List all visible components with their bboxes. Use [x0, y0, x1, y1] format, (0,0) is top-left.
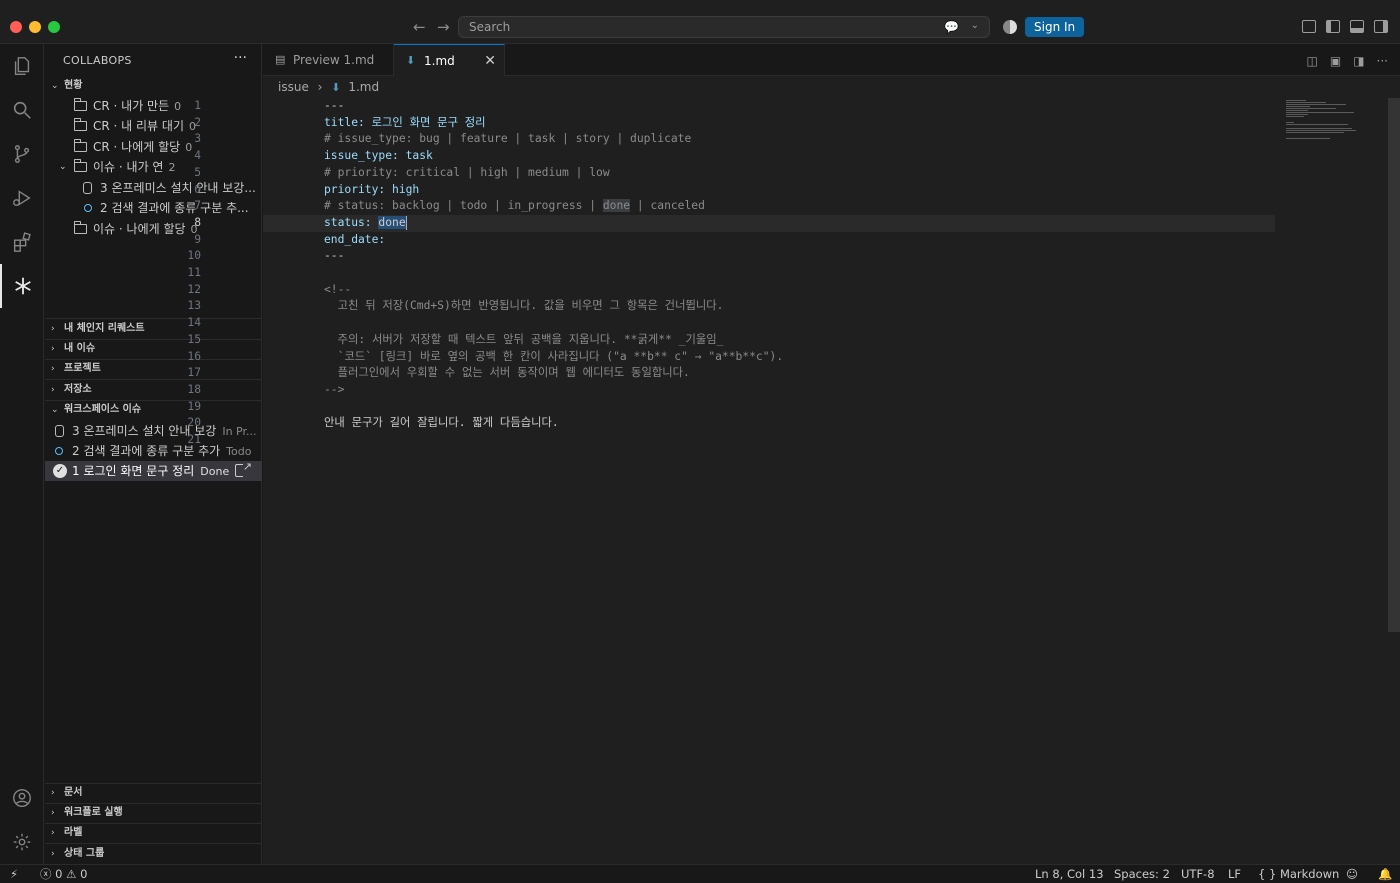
in-progress-watch-icon — [83, 182, 92, 194]
copilot-icon[interactable] — [1003, 20, 1017, 34]
extensions-icon[interactable] — [0, 220, 44, 264]
tab-1md[interactable]: ⬇ 1.md ✕ — [394, 44, 505, 76]
todo-circle-icon — [84, 204, 92, 212]
window-maximize-button[interactable] — [48, 21, 60, 33]
window-minimize-button[interactable] — [29, 21, 41, 33]
folder-open-icon — [74, 159, 87, 172]
workspace-issue-2[interactable]: 2 검색 결과에 종류 구분 추가 Todo — [45, 441, 262, 461]
code-editor[interactable]: 1 --- 2 title: 로그인 화면 문구 정리 3 # issue_type:… — [187, 98, 1400, 864]
section-my-issues[interactable]: › 내 이슈 — [45, 339, 262, 359]
status-bar: ⚡ ⓧ 0 ⚠ 0 Ln 8, Col 13 Spaces: 2 UTF-8 L… — [0, 864, 1400, 883]
search-icon[interactable] — [0, 88, 44, 132]
workspace-issue-3[interactable]: 3 온프레미스 설치 안내 보강 In Pr... — [45, 421, 262, 441]
in-progress-watch-icon — [55, 425, 64, 437]
section-workspace-issues[interactable]: ⌄ 워크스페이스 이슈 — [45, 400, 262, 420]
toggle-panel-icon[interactable] — [1350, 20, 1364, 33]
folder-icon — [74, 118, 87, 131]
title-bar: ← → Search 💬 ⌄ Sign In — [0, 0, 1400, 44]
collabops-asterisk-icon[interactable] — [0, 264, 44, 308]
editor-actions: ◫ ▣ ◨ ··· — [1307, 54, 1388, 68]
tree-item-cr-assigned[interactable]: CR · 나에게 할당 0 — [45, 137, 262, 157]
customize-layout-icon[interactable] — [1302, 20, 1316, 33]
end-of-line[interactable]: LF — [1228, 865, 1241, 883]
cursor-position[interactable]: Ln 8, Col 13 — [1035, 865, 1104, 883]
folder-icon — [74, 221, 87, 234]
forward-arrow-icon[interactable]: → — [437, 18, 450, 36]
tree-item-issues-opened[interactable]: ⌄ 이슈 · 내가 연2 — [45, 157, 262, 177]
split-editor-icon[interactable]: ◨ — [1353, 54, 1364, 68]
close-tab-icon[interactable]: ✕ — [484, 45, 496, 77]
tab-preview-1md[interactable]: ▤ Preview 1.md — [263, 44, 394, 76]
open-external-icon[interactable] — [235, 461, 252, 477]
run-debug-icon[interactable] — [0, 176, 44, 220]
section-labels[interactable]: › 라벨 — [45, 823, 262, 843]
section-workflow-runs[interactable]: › 워크플로 실행 — [45, 803, 262, 823]
accounts-icon[interactable] — [0, 776, 44, 820]
todo-circle-icon — [55, 447, 63, 455]
language-mode[interactable]: { } Markdown — [1258, 865, 1339, 883]
breadcrumb-file[interactable]: 1.md — [348, 80, 379, 94]
command-center-search[interactable]: Search 💬 ⌄ — [458, 16, 990, 38]
breadcrumb-folder[interactable]: issue — [278, 80, 309, 94]
workspace-issue-1[interactable]: ✓ 1 로그인 화면 문구 정리 Done — [45, 461, 262, 481]
open-preview-side-icon[interactable]: ◫ — [1307, 54, 1318, 68]
search-placeholder: Search — [469, 20, 511, 34]
current-line: 8 status: done — [194, 214, 1275, 232]
section-status-groups[interactable]: › 상태 그룹 — [45, 844, 262, 864]
editor-tabs: ▤ Preview 1.md ⬇ 1.md ✕ ◫ ▣ ◨ ··· — [263, 44, 1400, 76]
source-control-icon[interactable] — [0, 132, 44, 176]
copilot-status-icon[interactable]: ☺ — [1346, 865, 1358, 883]
problems-indicator[interactable]: ⓧ 0 ⚠ 0 — [40, 865, 87, 883]
window-close-button[interactable] — [10, 21, 22, 33]
toggle-secondary-sidebar-icon[interactable] — [1374, 20, 1388, 33]
breadcrumb: issue › ⬇ 1.md — [263, 76, 1400, 98]
more-actions-icon[interactable]: ··· — [1377, 54, 1388, 68]
toggle-primary-sidebar-icon[interactable] — [1326, 20, 1340, 33]
section-repositories[interactable]: › 저장소 — [45, 380, 262, 400]
activity-bar — [0, 44, 44, 864]
done-check-icon: ✓ — [53, 464, 67, 478]
back-arrow-icon[interactable]: ← — [413, 18, 426, 36]
tree-item-cr-created[interactable]: CR · 내가 만든 0 — [45, 96, 262, 116]
vertical-scrollbar[interactable] — [1388, 98, 1400, 632]
section-projects[interactable]: › 프로젝트 — [45, 359, 262, 379]
tree-item-cr-review-waiting[interactable]: CR · 내 리뷰 대기 0 — [45, 116, 262, 136]
section-documents[interactable]: › 문서 — [45, 783, 262, 803]
indentation[interactable]: Spaces: 2 — [1114, 865, 1170, 883]
settings-gear-icon[interactable] — [0, 820, 44, 864]
section-my-change-requests[interactable]: › 내 체인지 리퀘스트 — [45, 319, 262, 339]
sign-in-button[interactable]: Sign In — [1025, 17, 1085, 37]
minimap[interactable] — [1278, 98, 1388, 158]
sidebar-title: COLLABOPS — [63, 54, 132, 67]
section-status-overview[interactable]: ⌄ 현황 — [45, 76, 262, 96]
tree-item-issues-assigned[interactable]: 이슈 · 나에게 할당 0 — [45, 219, 262, 239]
notifications-bell-icon[interactable]: 🔔 — [1378, 865, 1392, 883]
sidebar: COLLABOPS ··· ⌄ 현황 CR · 내가 만든 0 CR · 내 리뷰… — [45, 44, 262, 864]
chevron-down-icon[interactable]: ⌄ — [971, 20, 979, 31]
chat-icon[interactable]: 💬 — [944, 20, 959, 34]
folder-icon — [74, 139, 87, 152]
markdown-file-icon: ⬇ — [406, 54, 416, 67]
encoding[interactable]: UTF-8 — [1181, 865, 1215, 883]
remote-indicator-icon[interactable]: ⚡ — [10, 865, 18, 883]
markdown-file-icon: ⬇ — [331, 81, 341, 94]
compare-icon[interactable]: ▣ — [1330, 54, 1341, 68]
tree-item-issue-2[interactable]: 2 검색 결과에 종류 구분 추... — [45, 198, 262, 218]
explorer-icon[interactable] — [0, 44, 44, 88]
more-actions-icon[interactable]: ··· — [234, 50, 247, 66]
folder-icon — [74, 98, 87, 111]
layout-controls — [1302, 20, 1388, 33]
preview-icon: ▤ — [275, 53, 286, 66]
tree-item-issue-3[interactable]: 3 온프레미스 설치 안내 보강... — [45, 178, 262, 198]
